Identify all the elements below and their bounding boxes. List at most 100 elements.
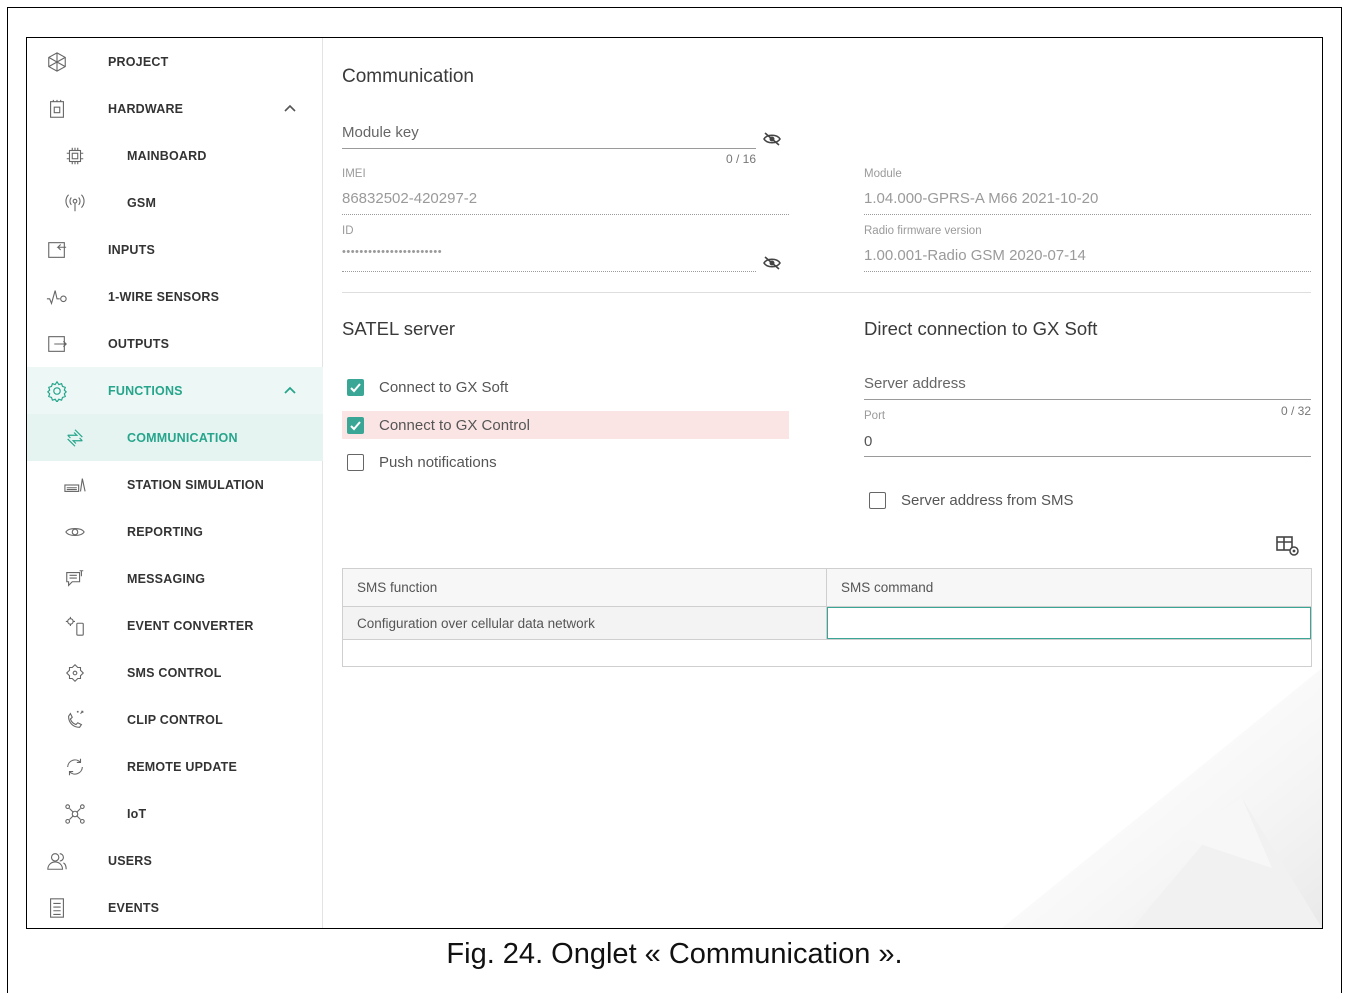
sidebar-item-label: IoT	[127, 806, 147, 821]
sidebar-item-label: REPORTING	[127, 524, 204, 539]
checkbox-unchecked-icon	[347, 453, 364, 471]
sidebar-item-label: FUNCTIONS	[108, 383, 183, 398]
sidebar-item-hardware[interactable]: HARDWARE	[27, 85, 323, 132]
sidebar-item-mainboard[interactable]: MAINBOARD	[27, 132, 323, 179]
functions-icon	[44, 378, 70, 404]
checkbox-checked-icon	[347, 378, 364, 396]
station-simulation-icon	[62, 472, 88, 498]
sidebar-item-project[interactable]: PROJECT	[27, 38, 323, 85]
checkbox-unchecked-icon	[869, 491, 886, 509]
one-wire-sensors-icon	[44, 284, 70, 310]
table-header: SMS function SMS command	[343, 569, 1311, 607]
module-key-label: Module key	[342, 124, 419, 141]
inputs-icon	[44, 237, 70, 263]
sidebar-item-event-converter[interactable]: EVENT CONVERTER	[27, 602, 323, 649]
sidebar-item-label: STATION SIMULATION	[127, 477, 264, 492]
radio-firmware-value: 1.00.001-Radio GSM 2020-07-14	[864, 247, 1086, 264]
checkbox-label: Connect to GX Soft	[379, 378, 509, 396]
table-settings-icon[interactable]	[1275, 534, 1301, 558]
port-value: 0	[864, 433, 873, 450]
chevron-up-icon[interactable]	[281, 382, 299, 400]
module-key-counter: 0 / 16	[725, 152, 756, 166]
module-key-field[interactable]	[342, 148, 756, 149]
sidebar-item-communication[interactable]: COMMUNICATION	[27, 414, 323, 461]
sidebar-item-1-wire-sensors[interactable]: 1-WIRE SENSORS	[27, 273, 323, 320]
server-address-from-sms-checkbox[interactable]: Server address from SMS	[864, 486, 1311, 514]
port-field[interactable]	[864, 456, 1311, 457]
sidebar-item-events[interactable]: EVENTS	[27, 884, 323, 928]
messaging-icon	[62, 566, 88, 592]
sidebar-item-functions[interactable]: FUNCTIONS	[27, 367, 323, 414]
table-row: Configuration over cellular data network	[343, 607, 1311, 640]
sidebar-item-clip-control[interactable]: CLIP CONTROL	[27, 696, 323, 743]
sidebar-item-label: SMS CONTROL	[127, 665, 222, 680]
visibility-off-icon[interactable]	[762, 131, 782, 147]
id-value: •••••••••••••••••••••••	[342, 246, 443, 258]
sidebar-item-label: CLIP CONTROL	[127, 712, 223, 727]
module-underline	[864, 214, 1311, 215]
chevron-up-icon[interactable]	[281, 100, 299, 118]
sidebar-item-label: MAINBOARD	[127, 148, 207, 163]
communication-icon	[62, 425, 88, 451]
figure-caption: Fig. 24. Onglet « Communication ».	[446, 938, 903, 970]
sidebar-item-label: PROJECT	[108, 54, 169, 69]
app-window: PROJECT HARDWARE MAINBOARD GSM INPUTS 1-…	[26, 37, 1323, 929]
gsm-icon	[62, 190, 88, 216]
connect-gx-control-checkbox[interactable]: Connect to GX Control	[342, 411, 789, 439]
direct-connection-title: Direct connection to GX Soft	[864, 318, 1098, 339]
module-label: Module	[864, 168, 902, 180]
sms-function-table: SMS function SMS command Configuration o…	[342, 568, 1312, 667]
radio-firmware-label: Radio firmware version	[864, 225, 982, 237]
sidebar: PROJECT HARDWARE MAINBOARD GSM INPUTS 1-…	[27, 38, 323, 928]
port-label: Port	[864, 410, 886, 422]
sms-function-cell: Configuration over cellular data network	[343, 607, 827, 639]
visibility-off-icon[interactable]	[762, 255, 782, 271]
event-converter-icon	[62, 613, 88, 639]
table-empty-row	[343, 640, 1311, 666]
events-icon	[44, 895, 70, 921]
outputs-icon	[44, 331, 70, 357]
push-notifications-checkbox[interactable]: Push notifications	[342, 448, 789, 476]
sidebar-item-gsm[interactable]: GSM	[27, 179, 323, 226]
sidebar-item-label: HARDWARE	[108, 101, 184, 116]
sidebar-item-label: GSM	[127, 195, 157, 210]
hardware-icon	[44, 96, 70, 122]
sidebar-item-label: MESSAGING	[127, 571, 206, 586]
sidebar-item-messaging[interactable]: MESSAGING	[27, 555, 323, 602]
users-icon	[44, 848, 70, 874]
column-header-sms-command[interactable]: SMS command	[827, 569, 1311, 606]
server-address-field[interactable]	[864, 399, 1311, 400]
connect-gx-soft-checkbox[interactable]: Connect to GX Soft	[342, 373, 789, 401]
section-divider	[342, 292, 1311, 293]
sidebar-item-users[interactable]: USERS	[27, 837, 323, 884]
checkbox-label: Connect to GX Control	[379, 416, 530, 434]
sms-command-input[interactable]	[827, 607, 1311, 639]
sidebar-item-sms-control[interactable]: SMS CONTROL	[27, 649, 323, 696]
checkbox-label: Server address from SMS	[901, 491, 1074, 509]
sidebar-item-inputs[interactable]: INPUTS	[27, 226, 323, 273]
sidebar-item-label: USERS	[108, 853, 153, 868]
sidebar-item-station-simulation[interactable]: STATION SIMULATION	[27, 461, 323, 508]
mainboard-icon	[62, 143, 88, 169]
sidebar-item-label: INPUTS	[108, 242, 156, 257]
sidebar-item-label: OUTPUTS	[108, 336, 170, 351]
sidebar-item-iot[interactable]: IoT	[27, 790, 323, 837]
radio-firmware-underline	[864, 271, 1311, 272]
sidebar-item-label: EVENTS	[108, 900, 160, 915]
sidebar-item-label: 1-WIRE SENSORS	[108, 289, 220, 304]
project-icon	[44, 49, 70, 75]
sidebar-item-outputs[interactable]: OUTPUTS	[27, 320, 323, 367]
sidebar-item-reporting[interactable]: REPORTING	[27, 508, 323, 555]
id-label: ID	[342, 225, 354, 237]
clip-control-icon	[62, 707, 88, 733]
column-header-sms-function[interactable]: SMS function	[343, 569, 827, 606]
remote-update-icon	[62, 754, 88, 780]
reporting-icon	[62, 519, 88, 545]
sidebar-item-remote-update[interactable]: REMOTE UPDATE	[27, 743, 323, 790]
main-content: Communication Module key 0 / 16 IMEI 868…	[323, 38, 1322, 928]
server-address-label: Server address	[864, 375, 966, 392]
imei-label: IMEI	[342, 168, 366, 180]
server-address-counter: 0 / 32	[1280, 404, 1311, 418]
imei-value: 86832502-420297-2	[342, 190, 478, 207]
imei-underline	[342, 214, 789, 215]
